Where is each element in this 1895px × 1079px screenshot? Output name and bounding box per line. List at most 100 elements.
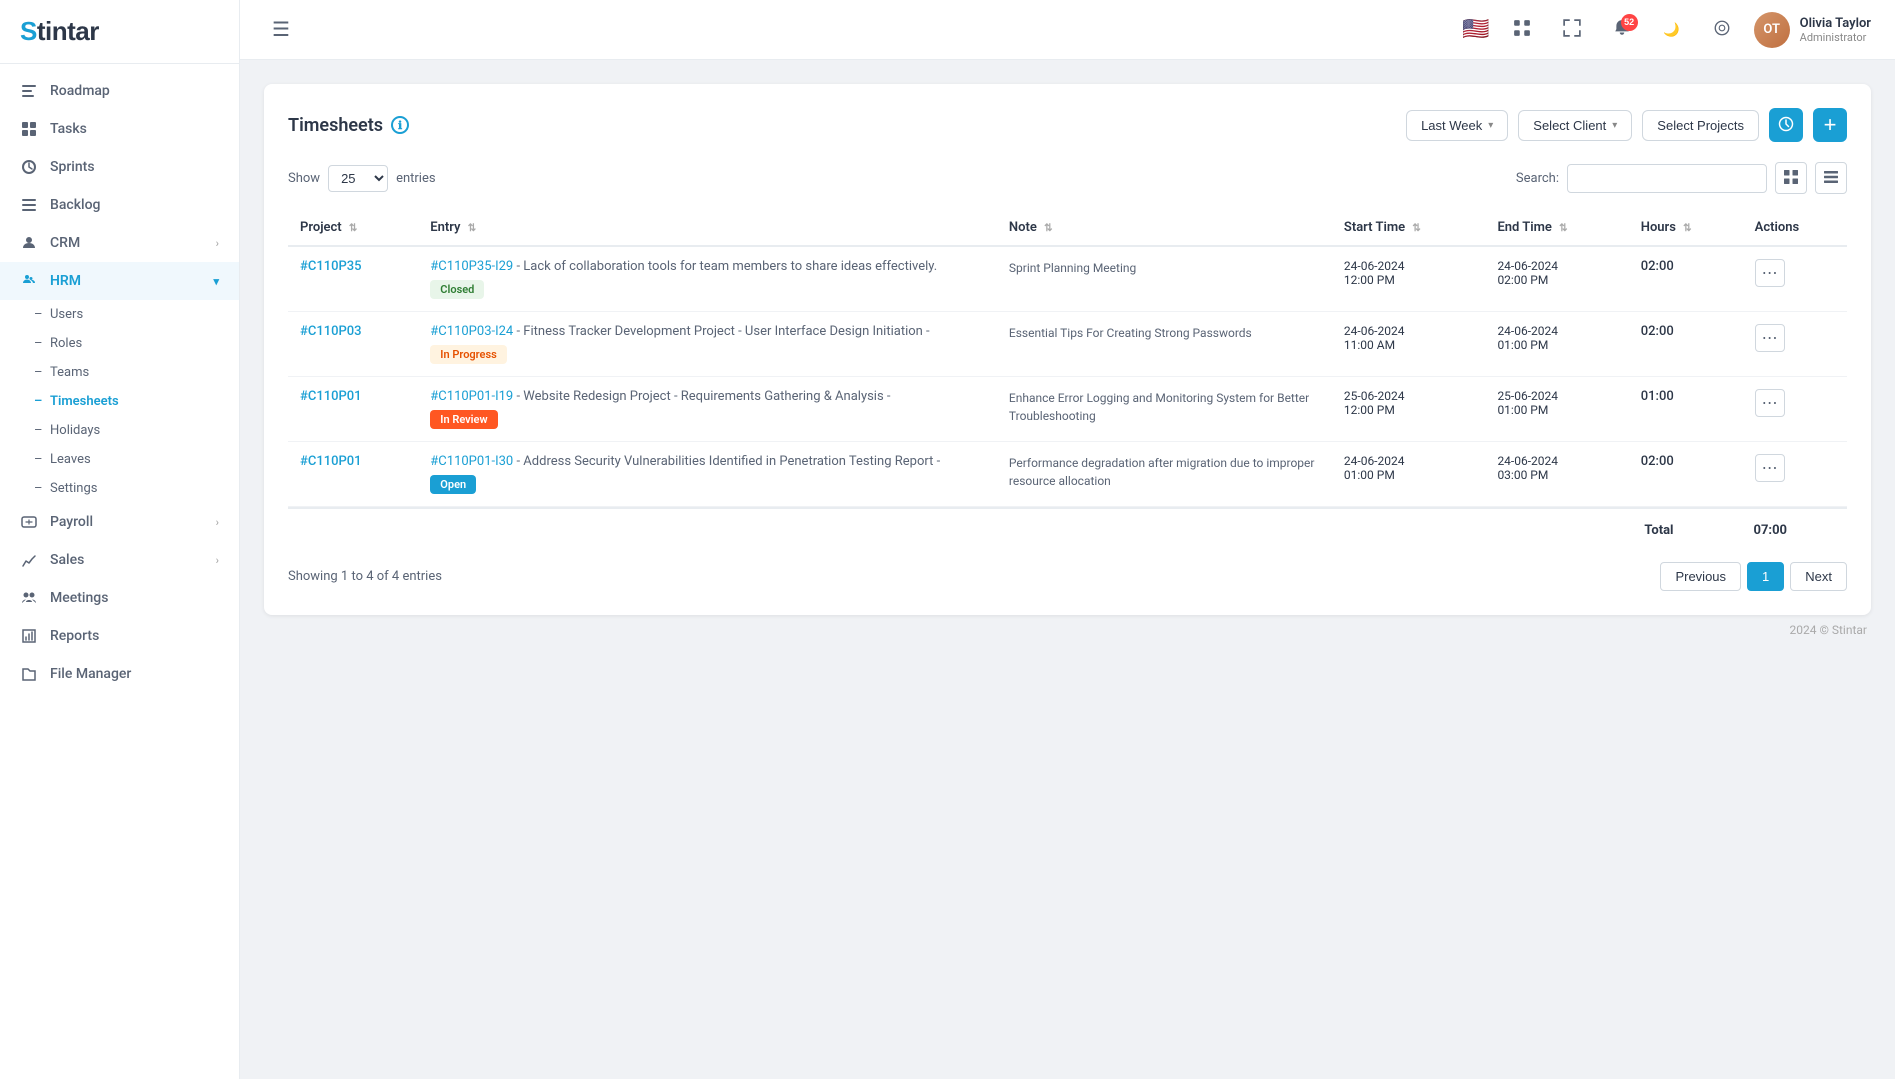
status-badge: In Review [430, 410, 497, 429]
sidebar-item-meetings[interactable]: Meetings [0, 579, 239, 617]
entry-text: - Fitness Tracker Development Project - … [516, 324, 929, 339]
dark-mode-button[interactable]: 🌙 [1654, 12, 1690, 48]
status-badge: Open [430, 475, 476, 494]
payroll-arrow-icon: › [216, 516, 219, 529]
table-footer: Showing 1 to 4 of 4 entries Previous 1 N… [288, 562, 1847, 591]
sort-icon: ⇅ [349, 223, 357, 234]
page-1-button[interactable]: 1 [1747, 562, 1784, 591]
select-projects-filter[interactable]: Select Projects [1642, 110, 1759, 141]
content-area: Timesheets ℹ Last Week ▾ Select Client ▾… [240, 60, 1895, 1079]
moon-icon: 🌙 [1663, 22, 1680, 38]
expand-icon [1563, 19, 1581, 40]
entry-link[interactable]: #C110P03-I24 [430, 324, 513, 339]
search-label: Search: [1516, 171, 1559, 186]
file-manager-icon [20, 665, 38, 683]
apps-grid-icon [1513, 19, 1531, 40]
clock-icon [1778, 116, 1794, 135]
sidebar-item-reports[interactable]: Reports [0, 617, 239, 655]
user-name: Olivia Taylor [1800, 16, 1871, 31]
sort-icon: ⇅ [1412, 223, 1420, 234]
crm-arrow-icon: › [216, 237, 219, 250]
sidebar-item-holidays[interactable]: – Holidays [50, 416, 239, 445]
project-link[interactable]: #C110P01 [300, 389, 362, 404]
sidebar-item-sprints[interactable]: Sprints [0, 148, 239, 186]
timesheets-table: Project ⇅ Entry ⇅ Note ⇅ [288, 210, 1847, 507]
card-controls: Last Week ▾ Select Client ▾ Select Proje… [1406, 108, 1847, 142]
sidebar-item-teams[interactable]: – Teams [50, 358, 239, 387]
sidebar-item-settings[interactable]: – Settings [50, 474, 239, 503]
search-input[interactable] [1567, 164, 1767, 193]
col-hours[interactable]: Hours ⇅ [1629, 210, 1743, 246]
expand-button[interactable] [1554, 12, 1590, 48]
entries-select[interactable]: 25 50 100 [328, 165, 388, 192]
entry-link[interactable]: #C110P35-I29 [430, 259, 513, 274]
cell-entry: #C110P01-I19 - Website Redesign Project … [418, 377, 997, 442]
sort-icon: ⇅ [1559, 223, 1567, 234]
language-flag[interactable]: 🇺🇸 [1462, 17, 1489, 42]
main-area: ☰ 🇺🇸 52 🌙 [240, 0, 1895, 1079]
row-actions-button[interactable]: ⋯ [1755, 454, 1785, 482]
info-icon[interactable]: ℹ [391, 116, 409, 134]
col-start-time[interactable]: Start Time ⇅ [1332, 210, 1486, 246]
next-button[interactable]: Next [1790, 562, 1847, 591]
cell-project: #C110P01 [288, 442, 418, 507]
total-hours: 07:00 [1754, 523, 1788, 538]
project-link[interactable]: #C110P35 [300, 259, 362, 274]
sidebar-item-roadmap[interactable]: Roadmap [0, 72, 239, 110]
last-week-filter[interactable]: Last Week ▾ [1406, 110, 1508, 141]
avatar: OT [1754, 12, 1790, 48]
status-badge: In Progress [430, 345, 506, 364]
col-note[interactable]: Note ⇅ [997, 210, 1332, 246]
sidebar-item-hrm[interactable]: HRM ▾ [0, 262, 239, 300]
row-actions-button[interactable]: ⋯ [1755, 389, 1785, 417]
sidebar-item-label: CRM [50, 235, 204, 251]
clock-button[interactable] [1769, 108, 1803, 142]
user-role: Administrator [1800, 31, 1871, 44]
sidebar-item-tasks[interactable]: Tasks [0, 110, 239, 148]
entry-link[interactable]: #C110P01-I30 [430, 454, 513, 469]
row-actions-button[interactable]: ⋯ [1755, 324, 1785, 352]
sidebar-item-roles[interactable]: – Roles [50, 329, 239, 358]
entry-text: - Lack of collaboration tools for team m… [516, 259, 937, 274]
sidebar-item-sales[interactable]: Sales › [0, 541, 239, 579]
user-profile[interactable]: OT Olivia Taylor Administrator [1754, 12, 1871, 48]
sidebar-item-backlog[interactable]: Backlog [0, 186, 239, 224]
sidebar-item-timesheets[interactable]: – Timesheets [50, 387, 239, 416]
project-link[interactable]: #C110P01 [300, 454, 362, 469]
menu-toggle-button[interactable]: ☰ [264, 13, 298, 46]
tasks-icon [20, 120, 38, 138]
notifications-button[interactable]: 52 [1604, 12, 1640, 48]
list-view-button[interactable] [1815, 162, 1847, 194]
cell-project: #C110P01 [288, 377, 418, 442]
cell-hours: 02:00 [1629, 246, 1743, 312]
sidebar-item-payroll[interactable]: Payroll › [0, 503, 239, 541]
project-link[interactable]: #C110P03 [300, 324, 362, 339]
select-client-filter[interactable]: Select Client ▾ [1518, 110, 1632, 141]
col-project[interactable]: Project ⇅ [288, 210, 418, 246]
settings-button[interactable] [1704, 12, 1740, 48]
sidebar-item-label: Sprints [50, 159, 95, 175]
user-details: Olivia Taylor Administrator [1800, 16, 1871, 44]
sidebar-item-file-manager[interactable]: File Manager [0, 655, 239, 693]
sprints-icon [20, 158, 38, 176]
apps-grid-button[interactable] [1504, 12, 1540, 48]
col-end-time[interactable]: End Time ⇅ [1485, 210, 1628, 246]
previous-button[interactable]: Previous [1660, 562, 1741, 591]
sidebar-item-crm[interactable]: CRM › [0, 224, 239, 262]
cell-start-time: 24-06-202412:00 PM [1332, 246, 1486, 312]
cell-end-time: 24-06-202403:00 PM [1485, 442, 1628, 507]
col-entry[interactable]: Entry ⇅ [418, 210, 997, 246]
entry-link[interactable]: #C110P01-I19 [430, 389, 513, 404]
sidebar-item-leaves[interactable]: – Leaves [50, 445, 239, 474]
table-row: #C110P35 #C110P35-I29 - Lack of collabor… [288, 246, 1847, 312]
row-actions-button[interactable]: ⋯ [1755, 259, 1785, 287]
cell-actions: ⋯ [1743, 312, 1847, 377]
cell-start-time: 24-06-202401:00 PM [1332, 442, 1486, 507]
sidebar-nav: Roadmap Tasks Sprints Backlog [0, 64, 239, 1079]
sidebar-item-users[interactable]: – Users [50, 300, 239, 329]
add-timesheet-button[interactable]: + [1813, 108, 1847, 142]
table-view-button[interactable] [1775, 162, 1807, 194]
entries-label: entries [396, 171, 436, 186]
cell-end-time: 24-06-202401:00 PM [1485, 312, 1628, 377]
sales-icon [20, 551, 38, 569]
